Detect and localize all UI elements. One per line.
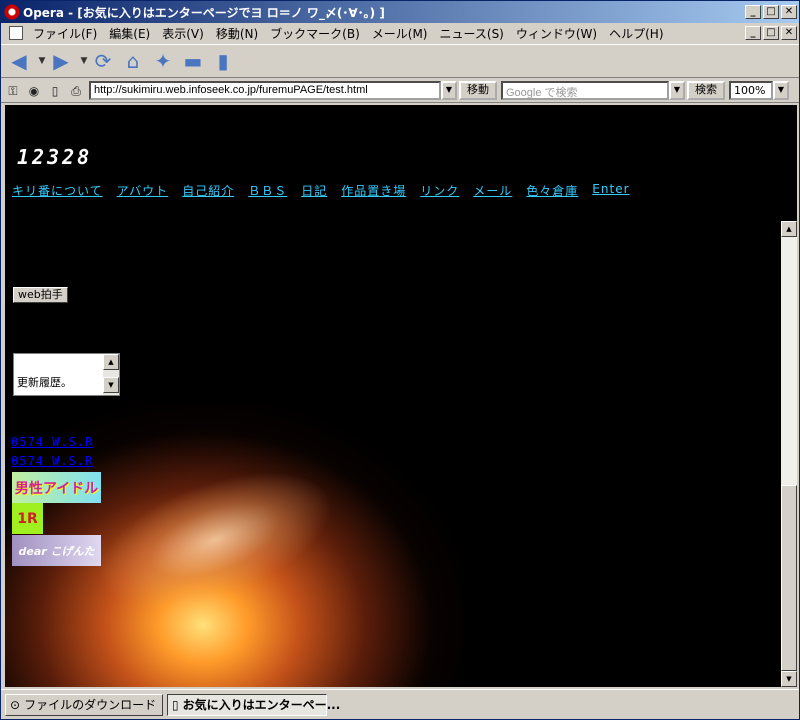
reload-icon[interactable]: ⟳	[91, 49, 115, 73]
history-scroll-down-icon[interactable]: ▼	[103, 377, 119, 393]
menu-navigate[interactable]: 移動(N)	[210, 25, 264, 42]
nav-enter[interactable]: Enter	[592, 182, 629, 199]
doc-close-button[interactable]: ✕	[781, 26, 797, 40]
tab-current-page-label: お気に入りはエンターペー...	[182, 698, 341, 712]
nav-diary[interactable]: 日記	[301, 182, 327, 199]
site-nav: キリ番について アバウト 自己紹介 ＢＢＳ 日記 作品置き場 リンク メール 色…	[12, 182, 630, 199]
banner-1r[interactable]: 1R	[12, 503, 43, 534]
page-viewport: 12328 キリ番について アバウト 自己紹介 ＢＢＳ 日記 作品置き場 リンク…	[5, 105, 797, 687]
scroll-up-icon[interactable]: ▲	[781, 221, 797, 237]
search-input[interactable]: Google で検索	[501, 81, 669, 100]
nav-about[interactable]: アバウト	[117, 182, 169, 199]
navigation-toolbar: ◀ ▼ ▶ ▼ ⟳ ⌂ ✦ ▬ ▮	[1, 44, 799, 78]
nav-bbs[interactable]: ＢＢＳ	[248, 182, 287, 199]
history-scrollbar[interactable]: ▲ ▼	[103, 354, 119, 395]
security-icon[interactable]: ⚿	[5, 83, 21, 99]
scroll-thumb[interactable]	[781, 485, 797, 671]
search-button[interactable]: 検索	[687, 81, 725, 100]
menu-view[interactable]: 表示(V)	[156, 25, 210, 42]
download-icon: ⊙	[10, 697, 21, 712]
tab-downloads-label: ファイルのダウンロード	[24, 698, 157, 712]
printer-icon[interactable]: ⎙	[68, 83, 84, 99]
window-tab-bar: ⊙ ファイルのダウンロード ▯ お気に入りはエンターペー...	[1, 689, 799, 719]
window-title: Opera - [お気に入りはエンターページでヨ ロ＝ノ ワ_〆(･∀･｡) ]	[23, 5, 385, 20]
menu-mail[interactable]: メール(M)	[366, 25, 434, 42]
site-link-wsr-2[interactable]: 0574 W.S.R	[11, 454, 93, 468]
search-dropdown-icon[interactable]: ▼	[669, 81, 685, 100]
nav-mail[interactable]: メール	[473, 182, 512, 199]
banner-dear-kogenta[interactable]: dear こげんた	[12, 535, 101, 566]
menu-window[interactable]: ウィンドウ(W)	[510, 25, 603, 42]
menu-file[interactable]: ファイル(F)	[27, 25, 103, 42]
zoom-select[interactable]: 100%	[729, 81, 773, 100]
menu-news[interactable]: ニュース(S)	[433, 25, 509, 42]
home-icon[interactable]: ⌂	[121, 49, 145, 73]
close-button[interactable]: ✕	[781, 5, 797, 19]
go-button[interactable]: 移動	[459, 81, 497, 100]
menu-bar: ファイル(F) 編集(E) 表示(V) 移動(N) ブックマーク(B) メール(…	[1, 23, 799, 43]
banner-male-idol[interactable]: 男性アイドル	[12, 472, 101, 503]
address-toolbar: ⚿ ◉ ▯ ⎙ http://sukimiru.web.infoseek.co.…	[1, 79, 799, 103]
forward-icon[interactable]: ▶	[49, 49, 73, 73]
page-scrollbar[interactable]: ▲ ▼	[781, 221, 797, 687]
forward-history-icon[interactable]: ▼	[79, 49, 89, 73]
address-input[interactable]: http://sukimiru.web.infoseek.co.jp/furem…	[89, 81, 441, 100]
tab-current-page[interactable]: ▯ お気に入りはエンターペー...	[167, 693, 340, 716]
minimize-button[interactable]: _	[745, 5, 761, 19]
back-icon[interactable]: ◀	[7, 49, 31, 73]
zoom-dropdown-icon[interactable]: ▼	[773, 81, 789, 100]
nav-gallery[interactable]: 作品置き場	[341, 182, 406, 199]
nav-profile[interactable]: 自己紹介	[182, 182, 234, 199]
menu-help[interactable]: ヘルプ(H)	[603, 25, 669, 42]
site-link-wsr-1[interactable]: 0574 W.S.R	[11, 435, 93, 449]
title-bar[interactable]: Opera - [お気に入りはエンターページでヨ ロ＝ノ ワ_〆(･∀･｡) ]…	[1, 1, 799, 23]
scroll-down-icon[interactable]: ▼	[781, 671, 797, 687]
update-history-box[interactable]: 更新履歴。 ▲ ▼	[13, 353, 120, 396]
update-history-text: 更新履歴。	[17, 376, 72, 389]
new-page-icon[interactable]: ▮	[211, 49, 235, 73]
tab-downloads[interactable]: ⊙ ファイルのダウンロード	[5, 693, 163, 716]
opera-icon	[4, 4, 20, 20]
nav-storage[interactable]: 色々倉庫	[526, 182, 578, 199]
menu-edit[interactable]: 編集(E)	[103, 25, 156, 42]
history-scroll-up-icon[interactable]: ▲	[103, 354, 119, 370]
camera-icon[interactable]: ◉	[26, 83, 42, 99]
maximize-button[interactable]: □	[763, 5, 779, 19]
opera-window: Opera - [お気に入りはエンターページでヨ ロ＝ノ ワ_〆(･∀･｡) ]…	[0, 0, 800, 720]
visitor-counter: 12328	[17, 145, 93, 169]
print-icon[interactable]: ▬	[181, 49, 205, 73]
doc-minimize-button[interactable]: _	[745, 26, 761, 40]
doc-restore-button[interactable]: □	[763, 26, 779, 40]
page-tab-icon: ▯	[172, 697, 179, 712]
nav-links[interactable]: リンク	[420, 182, 459, 199]
back-history-icon[interactable]: ▼	[37, 49, 47, 73]
nav-kiriban[interactable]: キリ番について	[12, 182, 103, 199]
web-clap-button[interactable]: web拍手	[13, 287, 68, 303]
hotlist-icon[interactable]: ✦	[151, 49, 175, 73]
address-dropdown-icon[interactable]: ▼	[441, 81, 457, 100]
page-icon[interactable]: ▯	[47, 83, 63, 99]
menu-bookmarks[interactable]: ブックマーク(B)	[264, 25, 366, 42]
document-icon	[9, 26, 23, 40]
